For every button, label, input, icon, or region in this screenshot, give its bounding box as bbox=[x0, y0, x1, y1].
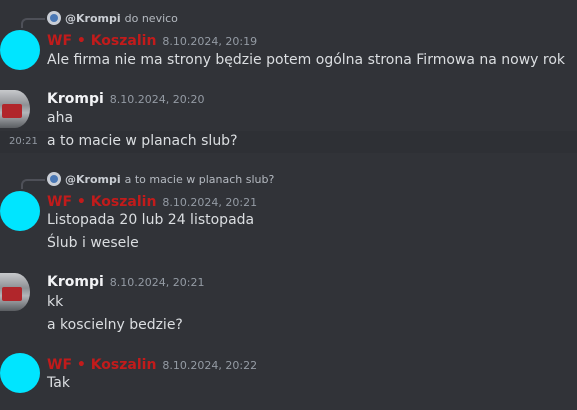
message-text: kk bbox=[47, 294, 64, 310]
reply-text: a to macie w planach slub? bbox=[124, 172, 275, 186]
user-avatar-icon bbox=[47, 11, 61, 25]
timestamp: 8.10.2024, 20:21 bbox=[162, 196, 258, 209]
avatar[interactable] bbox=[0, 30, 40, 70]
reply-connector bbox=[21, 179, 45, 189]
username[interactable]: WF • Koszalin bbox=[47, 194, 156, 210]
message-text: aha bbox=[47, 110, 74, 126]
username[interactable]: WF • Koszalin bbox=[47, 33, 156, 49]
timestamp: 8.10.2024, 20:21 bbox=[109, 276, 205, 289]
username[interactable]: WF • Koszalin bbox=[47, 357, 156, 373]
reply-username[interactable]: @Krompi bbox=[65, 12, 121, 25]
username[interactable]: Krompi bbox=[47, 274, 104, 290]
reply-preview[interactable]: @Krompi a to macie w planach slub? bbox=[47, 172, 274, 186]
user-avatar-icon bbox=[47, 172, 61, 186]
avatar[interactable] bbox=[0, 353, 40, 393]
message-header: WF • Koszalin 8.10.2024, 20:21 bbox=[47, 194, 257, 210]
reply-connector bbox=[21, 18, 45, 28]
message-text: Ślub i wesele bbox=[47, 235, 139, 251]
message-header: WF • Koszalin 8.10.2024, 20:19 bbox=[47, 33, 257, 49]
message-header: Krompi 8.10.2024, 20:21 bbox=[47, 274, 204, 290]
avatar[interactable] bbox=[0, 191, 40, 231]
reply-preview[interactable]: @Krompi do nevico bbox=[47, 11, 178, 25]
side-timestamp: 20:21 bbox=[9, 136, 38, 147]
reply-text: do nevico bbox=[124, 11, 178, 25]
message-text: Listopada 20 lub 24 listopada bbox=[47, 212, 255, 228]
timestamp: 8.10.2024, 20:22 bbox=[162, 359, 258, 372]
avatar[interactable] bbox=[0, 273, 30, 311]
message-header: Krompi 8.10.2024, 20:20 bbox=[47, 91, 204, 107]
timestamp: 8.10.2024, 20:20 bbox=[109, 93, 205, 106]
timestamp: 8.10.2024, 20:19 bbox=[162, 35, 258, 48]
avatar[interactable] bbox=[0, 90, 30, 128]
message-text: Ale firma nie ma strony będzie potem ogó… bbox=[47, 52, 566, 68]
username[interactable]: Krompi bbox=[47, 91, 104, 107]
message-text: a to macie w planach slub? bbox=[47, 133, 238, 149]
message-text: Tak bbox=[47, 375, 70, 391]
reply-username[interactable]: @Krompi bbox=[65, 173, 121, 186]
message-header: WF • Koszalin 8.10.2024, 20:22 bbox=[47, 357, 257, 373]
message-text: a koscielny bedzie? bbox=[47, 317, 183, 333]
